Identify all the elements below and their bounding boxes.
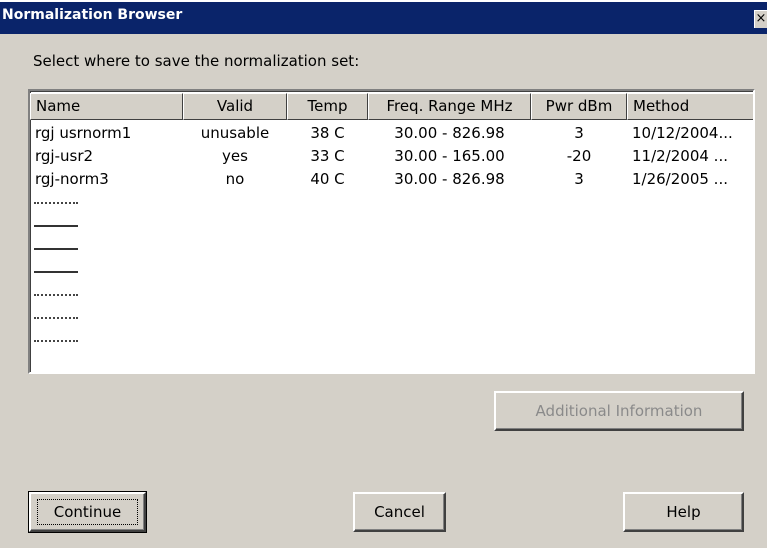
- column-header-temp[interactable]: Temp: [287, 93, 368, 120]
- window-title: Normalization Browser: [2, 7, 183, 23]
- empty-slot-row[interactable]: [34, 225, 78, 227]
- empty-slot-row[interactable]: [34, 294, 78, 296]
- cell-pwr: -20: [566, 147, 592, 165]
- cell-pwr: 3: [574, 170, 584, 188]
- column-header-pwr[interactable]: Pwr dBm: [531, 93, 627, 120]
- continue-button[interactable]: Continue: [28, 491, 147, 533]
- column-header-method[interactable]: Method: [627, 93, 753, 120]
- column-header-name[interactable]: Name: [30, 93, 183, 120]
- cell-freq: 30.00 - 165.00: [394, 147, 505, 165]
- cell-method: 10/12/2004...: [632, 124, 733, 142]
- cell-valid: unusable: [200, 124, 270, 142]
- help-label: Help: [666, 503, 701, 521]
- cell-temp: 38 C: [310, 124, 345, 142]
- cell-freq: 30.00 - 826.98: [394, 170, 505, 188]
- empty-slot-row[interactable]: [34, 340, 78, 342]
- focus-rectangle: [37, 499, 138, 525]
- cell-valid: yes: [222, 147, 248, 165]
- cell-name: rgj usrnorm1: [35, 124, 132, 142]
- column-header-valid[interactable]: Valid: [183, 93, 287, 120]
- empty-slot-row[interactable]: [34, 317, 78, 319]
- normalization-set-list[interactable]: Name Valid Temp Freq. Range MHz Pwr dBm …: [28, 89, 755, 374]
- close-button[interactable]: ×: [754, 10, 767, 28]
- cell-temp: 40 C: [310, 170, 345, 188]
- empty-slot-row[interactable]: [34, 271, 78, 273]
- cell-temp: 33 C: [310, 147, 345, 165]
- cell-freq: 30.00 - 826.98: [394, 124, 505, 142]
- cell-method: 1/26/2005 ...: [632, 170, 728, 188]
- cell-valid: no: [225, 170, 245, 188]
- help-button[interactable]: Help: [623, 492, 744, 532]
- close-icon: ×: [755, 11, 767, 26]
- column-header-freq-range[interactable]: Freq. Range MHz: [368, 93, 531, 120]
- cancel-label: Cancel: [374, 503, 425, 521]
- cell-pwr: 3: [574, 124, 584, 142]
- cell-name: rgj-usr2: [35, 147, 94, 165]
- cell-method: 11/2/2004 ...: [632, 147, 728, 165]
- cancel-button[interactable]: Cancel: [353, 492, 446, 532]
- title-bar[interactable]: Normalization Browser ×: [0, 0, 767, 34]
- empty-slot-row[interactable]: [34, 248, 78, 250]
- additional-information-label: Additional Information: [535, 402, 703, 420]
- empty-slot-row[interactable]: [34, 202, 78, 204]
- save-location-prompt: Select where to save the normalization s…: [33, 52, 360, 70]
- normalization-browser-dialog: Normalization Browser × Select where to …: [0, 0, 767, 548]
- cell-name: rgj-norm3: [35, 170, 109, 188]
- additional-information-button[interactable]: Additional Information: [494, 391, 744, 431]
